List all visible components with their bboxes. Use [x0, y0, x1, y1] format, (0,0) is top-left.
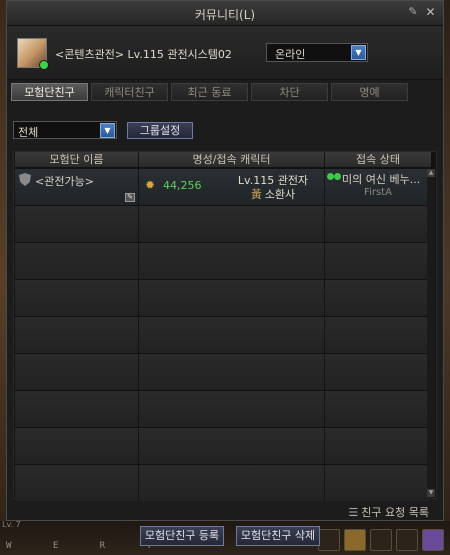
tab-block[interactable]: 차단 — [251, 83, 328, 101]
my-level-title: Lv.115 관전시스템02 — [127, 48, 232, 61]
table-row[interactable] — [15, 243, 431, 279]
close-icon[interactable]: ✕ — [424, 6, 437, 19]
hud-slot-icon[interactable] — [396, 529, 418, 551]
fame-value: 44,256 — [163, 179, 202, 192]
edit-icon[interactable]: ✎ — [125, 193, 135, 202]
register-friend-button[interactable]: 모험단친구 등록 — [140, 526, 224, 546]
group-settings-button[interactable]: 그룹설정 — [127, 122, 193, 139]
column-header-guild: 모험단 이름 — [15, 152, 139, 167]
location-icon — [327, 173, 341, 181]
friend-request-label: 친구 요청 목록 — [361, 506, 429, 519]
table-row[interactable]: <관전가능> ✎ ✹ 44,256 Lv.115 관전자 黃 소환사 미의 여신 … — [15, 169, 431, 205]
guild-cell: <관전가능> ✎ — [15, 169, 139, 205]
column-header-status: 접속 상태 — [325, 152, 431, 167]
location-name: 미의 여신 베누... — [342, 173, 421, 186]
tab-guild-friends[interactable]: 모험단친구 — [11, 83, 88, 101]
game-hud-bar: Lv. 7 W E R T — [0, 520, 450, 555]
game-background-right — [444, 0, 450, 555]
community-window: 커뮤니티(L) ✎ ✕ <콘텐츠관전> Lv.115 관전시스템02 온라인 ▼… — [6, 0, 444, 521]
window-title: 커뮤니티(L) — [194, 8, 256, 22]
table-row[interactable] — [15, 206, 431, 242]
table-row[interactable] — [15, 317, 431, 353]
table-row[interactable] — [15, 391, 431, 427]
hud-slot-icon[interactable] — [318, 529, 340, 551]
table-row[interactable] — [15, 428, 431, 464]
tab-honor[interactable]: 명예 — [331, 83, 408, 101]
table-row[interactable] — [15, 354, 431, 390]
chevron-down-icon[interactable]: ▼ — [351, 45, 366, 60]
scroll-down-icon[interactable]: ▼ — [427, 489, 435, 497]
status-cell: 미의 여신 베누... FirstA — [325, 169, 431, 205]
group-filter-select[interactable]: 전체 ▼ — [13, 121, 117, 139]
table-header: 모험단 이름 명성/접속 캐릭터 접속 상태 — [15, 152, 431, 167]
shield-icon — [19, 173, 31, 186]
hud-level: Lv. 7 — [2, 520, 21, 529]
table-rows: <관전가능> ✎ ✹ 44,256 Lv.115 관전자 黃 소환사 미의 여신 … — [15, 169, 431, 502]
fame-icon: ✹ — [145, 178, 156, 192]
chevron-down-icon[interactable]: ▼ — [100, 123, 115, 138]
avatar — [17, 38, 49, 70]
scroll-up-icon[interactable]: ▲ — [427, 169, 435, 177]
my-profile: <콘텐츠관전> Lv.115 관전시스템02 온라인 ▼ — [7, 26, 443, 80]
server-name: FirstA — [364, 187, 392, 198]
scrollbar[interactable]: ▲ ▼ — [427, 169, 435, 497]
online-indicator-icon — [39, 60, 49, 70]
pin-icon[interactable]: ✎ — [407, 6, 419, 18]
status-select[interactable]: 온라인 ▼ — [266, 43, 368, 62]
title-bar[interactable]: 커뮤니티(L) ✎ ✕ — [7, 1, 443, 26]
list-icon: ☰ — [348, 506, 359, 519]
hud-key-icon[interactable] — [344, 529, 366, 551]
character-class: 黃 소환사 — [221, 186, 325, 202]
character-cell: ✹ 44,256 Lv.115 관전자 黃 소환사 — [139, 169, 325, 205]
hud-slot-icon[interactable] — [370, 529, 392, 551]
friend-table: 모험단 이름 명성/접속 캐릭터 접속 상태 <관전가능> ✎ ✹ 44,256… — [13, 151, 437, 502]
delete-friend-button[interactable]: 모험단친구 삭제 — [236, 526, 320, 546]
table-row[interactable] — [15, 465, 431, 501]
hud-inventory-icon[interactable] — [422, 529, 444, 551]
tab-bar: 모험단친구 캐릭터친구 최근 동료 차단 명예 — [11, 83, 408, 101]
class-icon: 黃 — [250, 188, 262, 201]
friend-request-list-link[interactable]: ☰ 친구 요청 목록 — [348, 504, 429, 520]
column-header-character: 명성/접속 캐릭터 — [139, 152, 325, 167]
group-filter-value: 전체 — [18, 126, 39, 139]
my-character-info: <콘텐츠관전> Lv.115 관전시스템02 — [55, 46, 232, 62]
my-name: <콘텐츠관전> — [55, 48, 125, 61]
status-value: 온라인 — [275, 48, 306, 61]
character-class-name: 소환사 — [264, 188, 296, 201]
hud-icons — [318, 529, 444, 551]
guild-name: <관전가능> — [35, 175, 94, 188]
tab-recent-party[interactable]: 최근 동료 — [171, 83, 248, 101]
table-row[interactable] — [15, 280, 431, 316]
tab-character-friends[interactable]: 캐릭터친구 — [91, 83, 168, 101]
